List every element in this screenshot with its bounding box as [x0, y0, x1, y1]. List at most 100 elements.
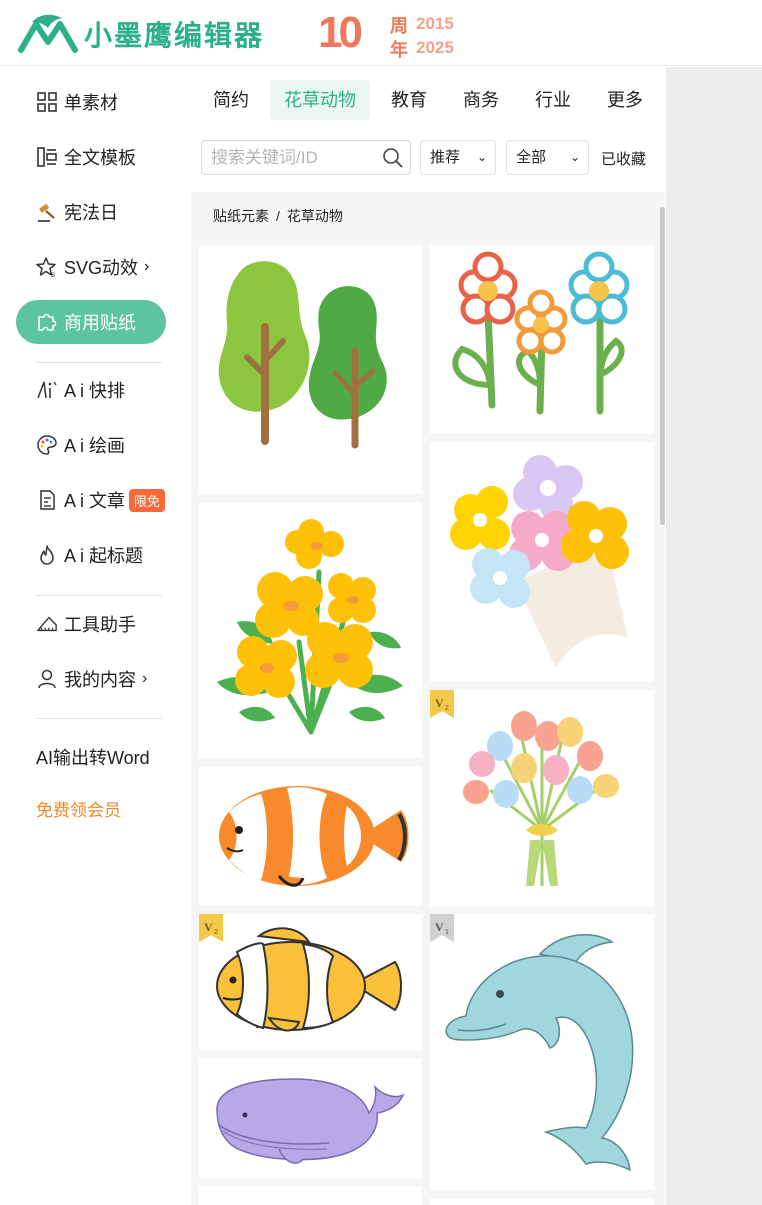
- sidebar-item-label: 商用贴纸: [64, 313, 136, 333]
- limited-free-badge: 限免: [129, 488, 166, 512]
- svg-text:2: 2: [445, 705, 449, 712]
- v2-badge-icon: V2: [199, 914, 223, 942]
- clownfish-orange-illustration: [219, 786, 409, 887]
- clownfish-yellow-illustration: [216, 927, 402, 1032]
- trees-sticker[interactable]: [199, 245, 422, 494]
- svg-text:V: V: [435, 696, 444, 710]
- trees-illustration: [218, 261, 387, 449]
- free-vip-link[interactable]: 免费领会员: [36, 796, 121, 821]
- top-header: 小墨鹰编辑器 10 周 年 2015 2025: [0, 0, 762, 66]
- star-svg-icon: s: [36, 256, 58, 278]
- anniversary-number: 10: [318, 8, 363, 57]
- range-dropdown[interactable]: 全部 ⌄: [506, 140, 589, 175]
- sidebar-item-constitution-day[interactable]: 宪法日: [16, 190, 166, 234]
- breadcrumb-current: 花草动物: [286, 208, 343, 224]
- sidebar-item-label: 宪法日: [64, 203, 118, 223]
- sticker-card-partial[interactable]: [199, 1187, 422, 1205]
- svg-text:V: V: [204, 920, 213, 934]
- sidebar-item-label: 全文模板: [64, 148, 136, 168]
- dolphin-sticker[interactable]: V1: [430, 914, 654, 1190]
- ai-layout-icon: [36, 379, 58, 401]
- sticker-card-partial[interactable]: [430, 1198, 654, 1205]
- sidebar-item-label: A i 起标题: [64, 546, 144, 566]
- sidebar-item-label: 我的内容: [64, 670, 136, 690]
- sidebar-item-full-template[interactable]: 全文模板: [16, 135, 166, 179]
- ruler-icon: [36, 613, 58, 635]
- sidebar-item-ai-painting[interactable]: A i 绘画: [16, 423, 166, 467]
- sidebar-item-label: SVG动效: [64, 258, 139, 278]
- breadcrumb: 贴纸元素 / 花草动物: [213, 206, 343, 226]
- flowers-illustration: [452, 251, 630, 415]
- search-box: [201, 140, 411, 175]
- sidebar-item-ai-article[interactable]: A i 文章 限免: [16, 478, 166, 522]
- search-input[interactable]: [202, 141, 372, 174]
- sort-dropdown[interactable]: 推荐 ⌄: [420, 140, 496, 175]
- gavel-icon: [36, 201, 58, 223]
- clownfish-yellow-sticker[interactable]: V2: [199, 914, 422, 1051]
- yellow-flowers-sticker[interactable]: [199, 502, 422, 758]
- chevron-down-icon: ⌄: [569, 150, 580, 164]
- clownfish-orange-sticker[interactable]: [199, 766, 422, 906]
- sidebar-divider: [36, 718, 162, 719]
- anniversary-zhou: 周: [390, 16, 408, 36]
- yellow-flowers-illustration: [217, 519, 403, 735]
- layout-icon: [36, 146, 58, 168]
- whale-illustration: [216, 1078, 405, 1164]
- sidebar-item-label: 单素材: [64, 93, 118, 113]
- bouquet-illustration: [450, 455, 629, 668]
- document-icon: [36, 489, 58, 511]
- sidebar-item-ai-layout[interactable]: A i 快排: [16, 368, 166, 412]
- tulip-bouquet-illustration: [463, 711, 619, 886]
- sidebar-item-single-material[interactable]: 单素材: [16, 80, 166, 124]
- anniversary-year-end: 2025: [416, 38, 454, 57]
- tab-simple[interactable]: 简约: [198, 80, 264, 120]
- sidebar-item-commercial-stickers[interactable]: 商用贴纸: [16, 300, 166, 344]
- chevron-right-icon: ›: [142, 670, 148, 687]
- breadcrumb-separator: /: [276, 208, 280, 224]
- sidebar-item-tools[interactable]: 工具助手: [16, 602, 166, 646]
- chevron-down-icon: ⌄: [476, 150, 487, 164]
- whale-sticker[interactable]: [199, 1059, 422, 1179]
- svg-text:s: s: [51, 270, 55, 278]
- sidebar-item-ai-title[interactable]: A i 起标题: [16, 533, 166, 577]
- anniversary-nian: 年: [390, 40, 408, 60]
- breadcrumb-root[interactable]: 贴纸元素: [213, 208, 269, 224]
- anniversary-badge: 10 周 年 2015 2025: [318, 8, 468, 60]
- collected-filter[interactable]: 已收藏: [601, 148, 646, 169]
- ai-to-word-link[interactable]: AI输出转Word: [36, 744, 150, 770]
- eagle-logo-icon[interactable]: [18, 12, 78, 54]
- range-dropdown-value: 全部: [516, 149, 547, 166]
- flowers-sticker[interactable]: [430, 245, 654, 434]
- flame-icon: [36, 544, 58, 566]
- svg-text:2: 2: [214, 929, 218, 936]
- sort-dropdown-value: 推荐: [430, 149, 461, 166]
- puzzle-icon: [36, 311, 58, 333]
- sidebar-item-label: A i 文章: [64, 491, 126, 511]
- v1-badge-icon: V1: [430, 914, 454, 942]
- right-gray-strip: [666, 67, 762, 1205]
- grid-icon: [36, 91, 58, 113]
- tab-more[interactable]: 更多: [592, 80, 658, 120]
- search-icon[interactable]: [382, 147, 404, 169]
- sidebar-item-label: A i 快排: [64, 381, 126, 401]
- svg-text:1: 1: [445, 929, 449, 936]
- tab-flowers-animals[interactable]: 花草动物: [270, 80, 370, 120]
- tab-business[interactable]: 商务: [448, 80, 514, 120]
- anniversary-year-start: 2015: [416, 14, 454, 33]
- tab-education[interactable]: 教育: [376, 80, 442, 120]
- svg-text:V: V: [435, 920, 444, 934]
- user-icon: [36, 668, 58, 690]
- sticker-content-area: 贴纸元素 / 花草动物 V 2 V 2 V 1: [191, 192, 665, 1205]
- sidebar-item-svg-animation[interactable]: s SVG动效 ›: [16, 245, 166, 289]
- sidebar-divider: [36, 595, 162, 596]
- chevron-right-icon: ›: [144, 258, 150, 275]
- brand-name[interactable]: 小墨鹰编辑器: [84, 14, 264, 54]
- tab-industry[interactable]: 行业: [520, 80, 586, 120]
- content-scrollbar[interactable]: [660, 207, 665, 525]
- dolphin-illustration: [445, 933, 634, 1172]
- tulip-bouquet-sticker[interactable]: V2: [430, 690, 654, 907]
- category-tabs: 简约 花草动物 教育 商务 行业 更多: [198, 80, 658, 120]
- palette-icon: [36, 434, 58, 456]
- bouquet-sticker[interactable]: [430, 442, 654, 682]
- sidebar-item-my-content[interactable]: 我的内容 ›: [16, 657, 166, 701]
